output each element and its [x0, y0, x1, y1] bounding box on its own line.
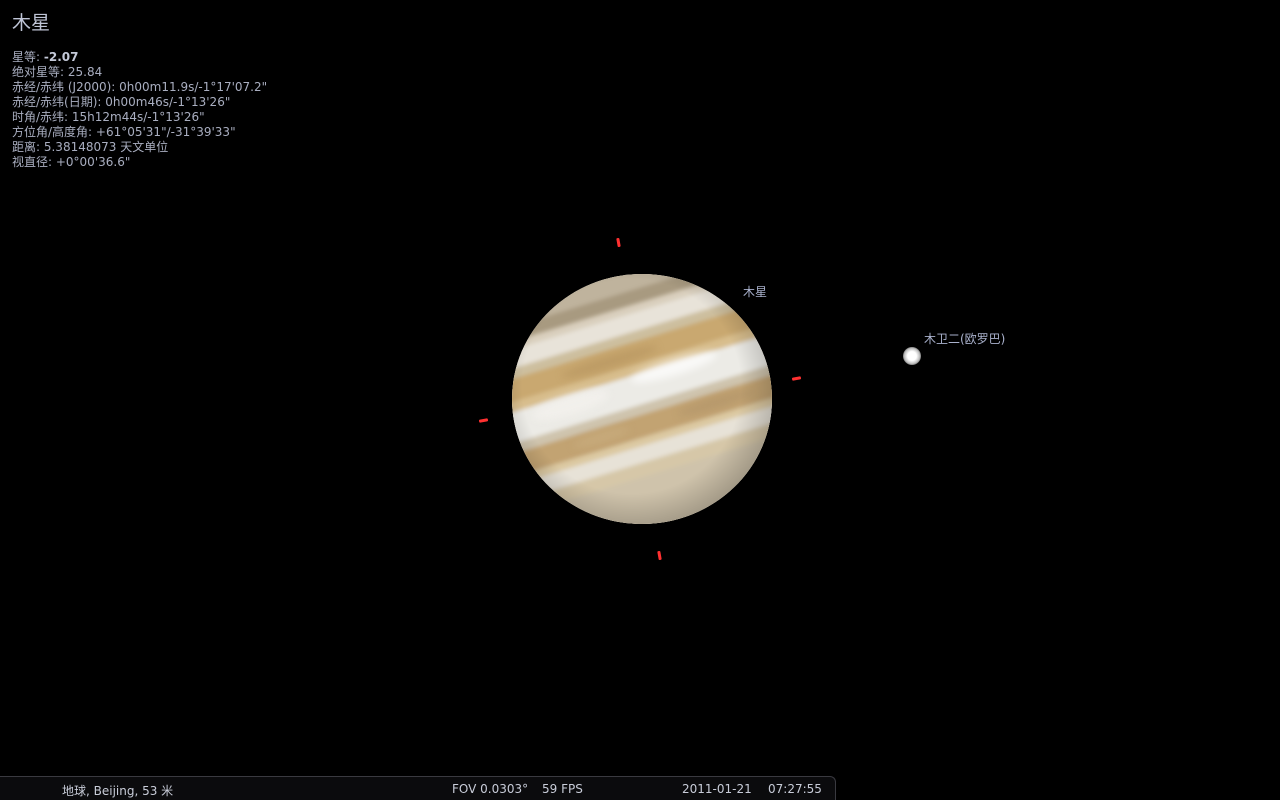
- selection-marker-top: [616, 237, 621, 248]
- fps-text: 59 FPS: [542, 782, 583, 796]
- apparent-diameter-line: 视直径: +0°00'36.6": [12, 155, 131, 169]
- fov-text: FOV 0.0303°: [452, 782, 529, 796]
- europa-moon[interactable]: [903, 347, 921, 365]
- ra-dec-of-date-line: 赤经/赤纬(日期): 0h00m46s/-1°13'26": [12, 95, 231, 109]
- ra-dec-j2000-line: 赤经/赤纬 (J2000): 0h00m11.9s/-1°17'07.2": [12, 80, 268, 94]
- object-name-title: 木星: [12, 12, 51, 34]
- time-text[interactable]: 07:27:55: [768, 782, 822, 796]
- status-bar: 地球, Beijing, 53 米 FOV 0.0303° 59 FPS 201…: [0, 776, 836, 800]
- selection-marker-bottom: [657, 550, 662, 561]
- distance-line: 距离: 5.38148073 天文单位: [12, 140, 169, 154]
- magnitude-line: 星等: -2.07: [12, 50, 372, 65]
- az-alt-line: 方位角/高度角: +61°05'31"/-31°39'33": [12, 125, 236, 139]
- date-text[interactable]: 2011-01-21: [682, 782, 752, 796]
- location-text[interactable]: 地球, Beijing, 53 米: [62, 782, 173, 799]
- jupiter-texture: [512, 274, 772, 524]
- object-info-panel: 木星 星等: -2.07 绝对星等: 25.84 赤经/赤纬 (J2000): …: [12, 10, 372, 170]
- absolute-magnitude-line: 绝对星等: 25.84: [12, 65, 103, 79]
- jupiter-planet[interactable]: [512, 274, 772, 524]
- hour-angle-line: 时角/赤纬: 15h12m44s/-1°13'26": [12, 110, 205, 124]
- selection-marker-right: [791, 376, 802, 381]
- selection-marker-left: [478, 418, 489, 423]
- magnitude-label: 星等:: [12, 50, 44, 64]
- magnitude-value: -2.07: [43, 50, 79, 64]
- europa-label[interactable]: 木卫二(欧罗巴): [924, 330, 1005, 347]
- jupiter-label[interactable]: 木星: [743, 283, 767, 300]
